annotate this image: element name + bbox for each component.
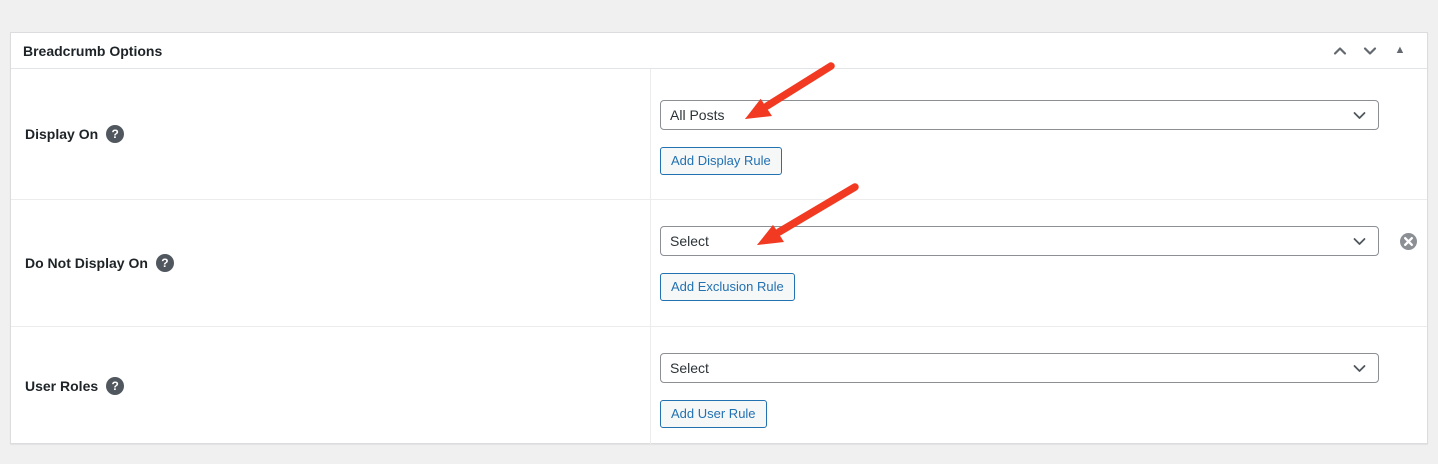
help-icon[interactable]: ?	[106, 125, 124, 143]
panel-title: Breadcrumb Options	[23, 43, 162, 59]
display-on-select[interactable]: All Posts	[660, 100, 1379, 130]
move-up-button[interactable]	[1329, 40, 1351, 62]
help-icon[interactable]: ?	[106, 377, 124, 395]
row-label-cell: User Roles ?	[11, 327, 651, 444]
do-not-display-on-select[interactable]: Select	[660, 226, 1379, 256]
toggle-panel-button[interactable]: ▲	[1389, 40, 1411, 62]
move-down-button[interactable]	[1359, 40, 1381, 62]
chevron-down-icon	[1353, 111, 1366, 120]
row-field-cell: Select Add Exclusion Rule	[651, 200, 1427, 326]
user-roles-select[interactable]: Select	[660, 353, 1379, 383]
user-roles-label: User Roles	[25, 378, 98, 394]
add-user-rule-button[interactable]: Add User Rule	[660, 400, 767, 428]
add-exclusion-rule-button[interactable]: Add Exclusion Rule	[660, 273, 795, 301]
dismiss-circle-icon	[1399, 232, 1418, 251]
chevron-down-icon	[1353, 364, 1366, 373]
display-on-label: Display On	[25, 126, 98, 142]
setting-row-user-roles: User Roles ? Select Add User Rule	[11, 327, 1427, 444]
triangle-up-icon: ▲	[1395, 45, 1406, 56]
breadcrumb-options-panel: Breadcrumb Options ▲ Display On ? All Po…	[10, 32, 1428, 444]
chevron-down-icon	[1362, 43, 1378, 59]
panel-header: Breadcrumb Options ▲	[11, 33, 1427, 69]
row-field-cell: Select Add User Rule	[651, 327, 1427, 444]
add-display-rule-button[interactable]: Add Display Rule	[660, 147, 782, 175]
setting-row-do-not-display-on: Do Not Display On ? Select Add Excl	[11, 200, 1427, 327]
row-field-cell: All Posts Add Display Rule	[651, 69, 1427, 199]
chevron-up-icon	[1332, 43, 1348, 59]
user-roles-select-value: Select	[670, 360, 709, 376]
setting-row-display-on: Display On ? All Posts Add Display Rule	[11, 69, 1427, 200]
help-icon[interactable]: ?	[156, 254, 174, 272]
do-not-display-on-label: Do Not Display On	[25, 255, 148, 271]
remove-rule-button[interactable]	[1398, 231, 1418, 251]
row-label-cell: Do Not Display On ?	[11, 200, 651, 326]
chevron-down-icon	[1353, 237, 1366, 246]
do-not-display-on-select-value: Select	[670, 233, 709, 249]
panel-header-controls: ▲	[1329, 40, 1411, 62]
display-on-select-value: All Posts	[670, 107, 724, 123]
row-label-cell: Display On ?	[11, 69, 651, 199]
